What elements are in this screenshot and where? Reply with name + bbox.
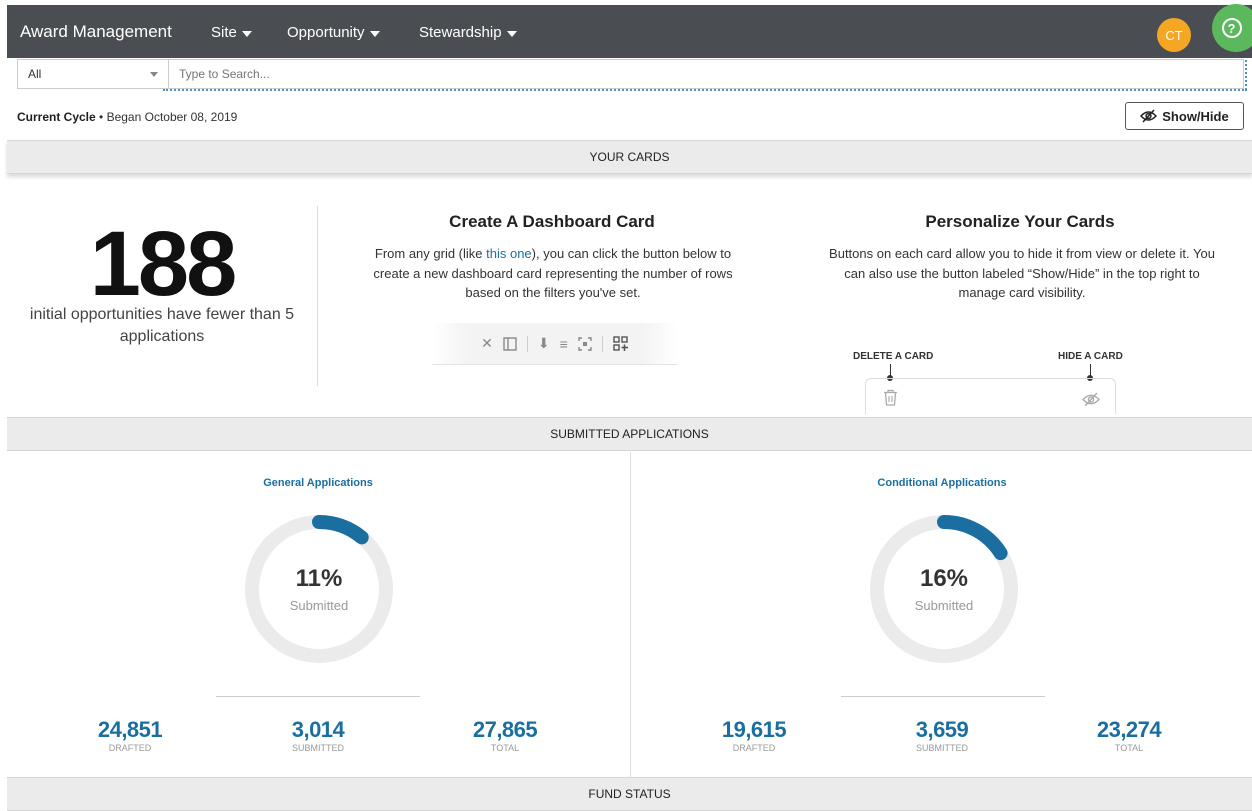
section-your-cards: YOUR CARDS (7, 140, 1252, 174)
create-card-text: From any grid (like this one), you can c… (362, 244, 744, 303)
personalize-card-text: Buttons on each card allow you to hide i… (829, 246, 1215, 300)
nav-stewardship-menu[interactable]: Stewardship (419, 24, 517, 41)
grid-toolbar-illustration: ✕ ⬇ ≡ (432, 323, 678, 365)
nav-stewardship-label: Stewardship (419, 24, 502, 41)
metric-description: initial opportunities have fewer than 5 … (29, 306, 295, 345)
general-percent: 11% (295, 565, 343, 592)
this-one-link[interactable]: this one (486, 246, 532, 261)
toolbar-separator (601, 335, 603, 352)
trash-icon (884, 389, 897, 406)
conditional-submitted-value: 3,659 (915, 717, 969, 742)
general-applications-title[interactable]: General Applications (218, 477, 418, 489)
divider (630, 452, 631, 777)
general-total-value: 27,865 (472, 717, 538, 742)
current-cycle-info: Current Cycle • Began October 08, 2019 (17, 110, 237, 124)
section-fund-status: FUND STATUS (7, 777, 1252, 811)
nav-opportunity-menu[interactable]: Opportunity (287, 24, 380, 41)
hide-card-label: HIDE A CARD (1058, 351, 1123, 362)
download-icon: ⬇ (537, 335, 550, 351)
conditional-total-value: 23,274 (1096, 717, 1162, 742)
create-card-text-before: From any grid (like (374, 246, 487, 261)
conditional-drafted-value: 19,615 (721, 717, 787, 742)
metric-value: 188 (89, 213, 238, 315)
nav-opportunity-label: Opportunity (287, 24, 365, 41)
conditional-percent-label: Submitted (914, 598, 974, 613)
general-submitted-label: SUBMITTED (291, 743, 344, 753)
chevron-down-icon (506, 30, 517, 37)
nav-site-label: Site (211, 24, 237, 41)
search-scope-value: All (28, 67, 42, 81)
section-submitted-applications: SUBMITTED APPLICATIONS (7, 417, 1252, 451)
divider (317, 206, 318, 386)
search-input[interactable] (168, 59, 1244, 89)
close-icon: ✕ (481, 335, 493, 351)
personalize-card-title: Personalize Your Cards (925, 212, 1115, 231)
general-submitted-value: 3,014 (291, 717, 345, 742)
rows-icon: ≡ (559, 335, 568, 352)
show-hide-button[interactable]: Show/Hide (1125, 102, 1244, 130)
create-card-title: Create A Dashboard Card (449, 212, 655, 231)
search-bar: All (17, 59, 1244, 89)
general-drafted-label: DRAFTED (108, 743, 152, 753)
general-percent-label: Submitted (289, 598, 349, 613)
cycle-detail: • Began October 08, 2019 (95, 110, 238, 124)
help-button[interactable]: ? (1212, 4, 1252, 52)
app-title[interactable]: Award Management (20, 22, 172, 42)
expand-icon (578, 336, 592, 351)
show-hide-label: Show/Hide (1162, 108, 1229, 124)
search-scope-select[interactable]: All (17, 59, 168, 89)
cycle-label: Current Cycle (17, 110, 96, 124)
focus-outline (163, 89, 1247, 91)
top-nav-bar: Award Management Site Opportunity Stewar… (7, 5, 1252, 58)
divider (216, 696, 420, 697)
eye-slash-icon (1082, 392, 1100, 407)
card-illustration (865, 378, 1116, 414)
chevron-down-icon (369, 30, 380, 37)
columns-icon (503, 336, 517, 351)
toolbar-separator (526, 335, 528, 352)
general-drafted-value: 24,851 (97, 717, 163, 742)
help-icon: ? (1221, 18, 1242, 38)
conditional-percent: 16% (919, 565, 969, 592)
general-total-label: TOTAL (490, 743, 520, 753)
chevron-down-icon (241, 30, 252, 37)
conditional-total-label: TOTAL (1114, 743, 1144, 753)
conditional-applications-title[interactable]: Conditional Applications (842, 477, 1042, 489)
chevron-down-icon (150, 72, 158, 77)
conditional-submitted-label: SUBMITTED (915, 743, 968, 753)
divider (841, 696, 1045, 697)
user-avatar[interactable]: CT (1157, 18, 1191, 52)
add-card-icon (613, 335, 628, 351)
conditional-drafted-label: DRAFTED (732, 743, 776, 753)
focus-outline (1245, 60, 1247, 90)
delete-card-label: DELETE A CARD (853, 351, 934, 362)
nav-site-menu[interactable]: Site (211, 24, 252, 41)
eye-slash-icon (1140, 109, 1158, 123)
